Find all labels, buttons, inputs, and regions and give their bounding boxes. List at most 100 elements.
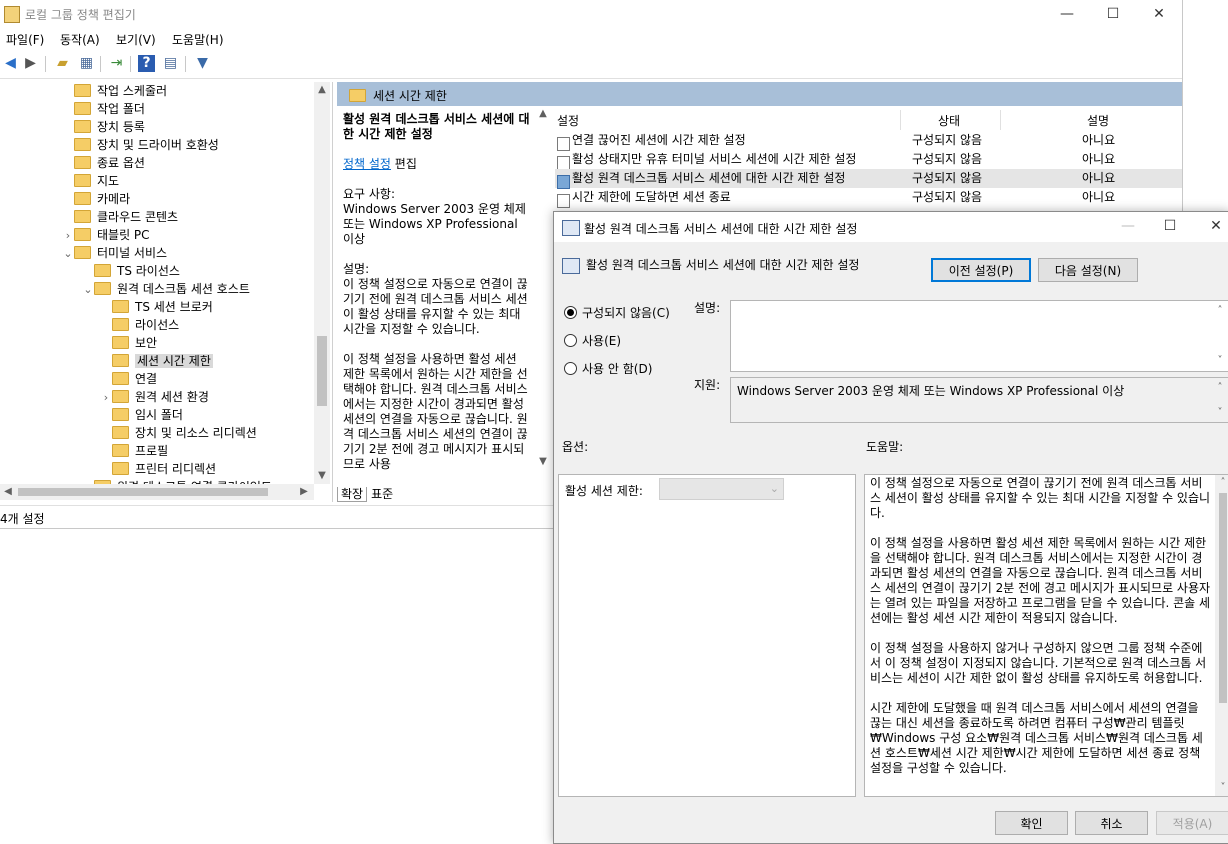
session-limit-combobox[interactable]: ⌄ [659,478,784,500]
tree-item-label: 세션 시간 제한 [135,354,213,368]
radio-not-configured-indicator[interactable] [564,306,577,319]
scroll-thumb[interactable] [1219,493,1227,703]
tree-item[interactable]: ⌄ 터미널 서비스 [62,244,167,262]
tree-item[interactable]: 작업 폴더 [62,100,145,118]
scroll-up-icon[interactable]: ˄ [1212,303,1228,319]
help-scrollbar[interactable]: ˄ ˅ [1215,475,1228,796]
radio-disabled-indicator[interactable] [564,362,577,375]
tree-item-label: 프로필 [135,444,169,458]
scroll-down-icon[interactable]: ▼ [314,468,330,484]
scroll-up-icon[interactable]: ˄ [1212,380,1228,396]
description-scrollbar[interactable]: ▲ ▼ [535,106,551,476]
dialog-close-button[interactable]: ✕ [1193,212,1228,240]
tree-item[interactable]: 연결 [100,370,157,388]
setting-name: 활성 원격 데스크톱 서비스 세션에 대한 시간 제한 설정 [586,258,860,272]
filter-icon[interactable]: ▼ [194,55,211,72]
apply-button[interactable]: 적용(A) [1156,811,1228,835]
scroll-up-icon[interactable]: ▲ [314,82,330,98]
show-hide-tree-icon[interactable]: ▦ [78,55,95,72]
tree-item[interactable]: 작업 스케줄러 [62,82,167,100]
tree-item[interactable]: 장치 및 리소스 리디렉션 [100,424,257,442]
collapse-arrow-icon[interactable]: ⌄ [82,281,94,299]
tree-item[interactable]: 장치 및 드라이버 호환성 [62,136,219,154]
policy-setting-link[interactable]: 정책 설정 [343,157,391,171]
scroll-thumb[interactable] [18,488,268,496]
dialog-title-bar[interactable]: 활성 원격 데스크톱 서비스 세션에 대한 시간 제한 설정 — ☐ ✕ [554,212,1228,242]
list-item[interactable]: 활성 원격 데스크톱 서비스 세션에 대한 시간 제한 설정 구성되지 않음 아니요 [555,169,1182,189]
tree-horizontal-scrollbar[interactable]: ◀ ▶ [0,484,314,500]
radio-not-configured[interactable]: 구성되지 않음(C) [564,304,670,321]
menu-view[interactable]: 보기(V) [116,31,156,48]
radio-enabled[interactable]: 사용(E) [564,332,621,349]
dialog-maximize-button[interactable]: ☐ [1147,212,1193,240]
radio-disabled[interactable]: 사용 안 함(D) [564,360,652,377]
column-divider[interactable] [1000,110,1001,130]
tree-item[interactable]: 프린터 리디렉션 [100,460,216,478]
tree-item[interactable]: 카메라 [62,190,130,208]
tree-item-label: 원격 데스크톱 세션 호스트 [117,282,250,296]
expand-arrow-icon[interactable]: › [62,227,74,245]
cancel-button[interactable]: 취소 [1075,811,1148,835]
help-icon[interactable]: ? [138,55,155,72]
list-item[interactable]: 연결 끊어진 세션에 시간 제한 설정 구성되지 않음 아니요 [555,131,1182,151]
tree-item[interactable]: 장치 등록 [62,118,145,136]
view-tabs: 확장 표준 [337,485,397,503]
tree-item[interactable]: 보안 [100,334,157,352]
tree-item[interactable]: 종료 옵션 [62,154,145,172]
menu-action[interactable]: 동작(A) [60,31,100,48]
expand-arrow-icon[interactable]: › [100,389,112,407]
scroll-left-icon[interactable]: ◀ [0,484,16,500]
properties-icon[interactable]: ▤ [162,55,179,72]
tree-item[interactable]: 프로필 [100,442,168,460]
scroll-down-icon[interactable]: ˅ [1212,405,1228,421]
menu-file[interactable]: 파일(F) [6,31,44,48]
tab-standard[interactable]: 표준 [367,487,397,501]
export-list-icon[interactable]: ⇥ [108,55,125,72]
ok-button[interactable]: 확인 [995,811,1068,835]
previous-setting-button[interactable]: 이전 설정(P) [931,258,1031,282]
up-folder-icon[interactable]: ▰ [54,55,71,72]
scroll-thumb[interactable] [317,336,327,406]
tree-item[interactable]: ⌄ 원격 데스크톱 세션 호스트 [82,280,250,298]
tree-vertical-scrollbar[interactable]: ▲ ▼ [314,82,330,484]
tree-item[interactable]: › 원격 세션 환경 [100,388,209,406]
tree-item[interactable]: 임시 폴더 [100,406,183,424]
tree-item[interactable]: 라이선스 [100,316,179,334]
tree-item[interactable]: TS 세션 브로커 [100,298,213,316]
back-icon[interactable]: ◀ [2,55,19,72]
column-divider[interactable] [900,110,901,130]
list-item[interactable]: 활성 상태지만 유휴 터미널 서비스 세션에 시간 제한 설정 구성되지 않음 아니… [555,150,1182,170]
tree-item[interactable]: 지도 [62,172,119,190]
scroll-up-icon[interactable]: ▲ [535,106,551,122]
tree-item[interactable]: TS 라이선스 [82,262,180,280]
column-header-state[interactable]: 상태 [938,112,960,129]
folder-icon [74,120,91,133]
tree-item-label: 연결 [135,372,158,386]
tab-extended[interactable]: 확장 [337,487,368,502]
title-bar[interactable]: 로컬 그룹 정책 편집기 — ☐ ✕ [0,0,1182,28]
radio-enabled-label: 사용(E) [582,334,622,348]
comment-textarea[interactable]: ˄ ˅ [730,300,1228,372]
list-item[interactable]: 시간 제한에 도달하면 세션 종료 구성되지 않음 아니요 [555,188,1182,208]
scroll-up-icon[interactable]: ˄ [1215,475,1228,491]
tree-item[interactable]: 클라우드 콘텐츠 [62,208,178,226]
tree-item[interactable]: › 태블릿 PC [62,226,150,244]
minimize-button[interactable]: — [1044,0,1090,28]
folder-icon [112,318,129,331]
close-button[interactable]: ✕ [1136,0,1182,28]
maximize-button[interactable]: ☐ [1090,0,1136,28]
collapse-arrow-icon[interactable]: ⌄ [62,245,74,263]
tree-item[interactable]: 세션 시간 제한 [100,352,213,370]
radio-enabled-indicator[interactable] [564,334,577,347]
forward-icon[interactable]: ▶ [22,55,39,72]
scroll-down-icon[interactable]: ˅ [1215,780,1228,796]
scroll-down-icon[interactable]: ˅ [1212,353,1228,369]
scroll-right-icon[interactable]: ▶ [296,484,312,500]
scroll-down-icon[interactable]: ▼ [535,454,551,470]
comment-label: 설명: [694,301,721,315]
menu-help[interactable]: 도움말(H) [172,31,224,48]
next-setting-button[interactable]: 다음 설정(N) [1038,258,1138,282]
column-header-setting[interactable]: 설정 [557,112,579,129]
chevron-down-icon[interactable]: ⌄ [770,482,779,495]
column-header-comment[interactable]: 설명 [1087,112,1109,129]
